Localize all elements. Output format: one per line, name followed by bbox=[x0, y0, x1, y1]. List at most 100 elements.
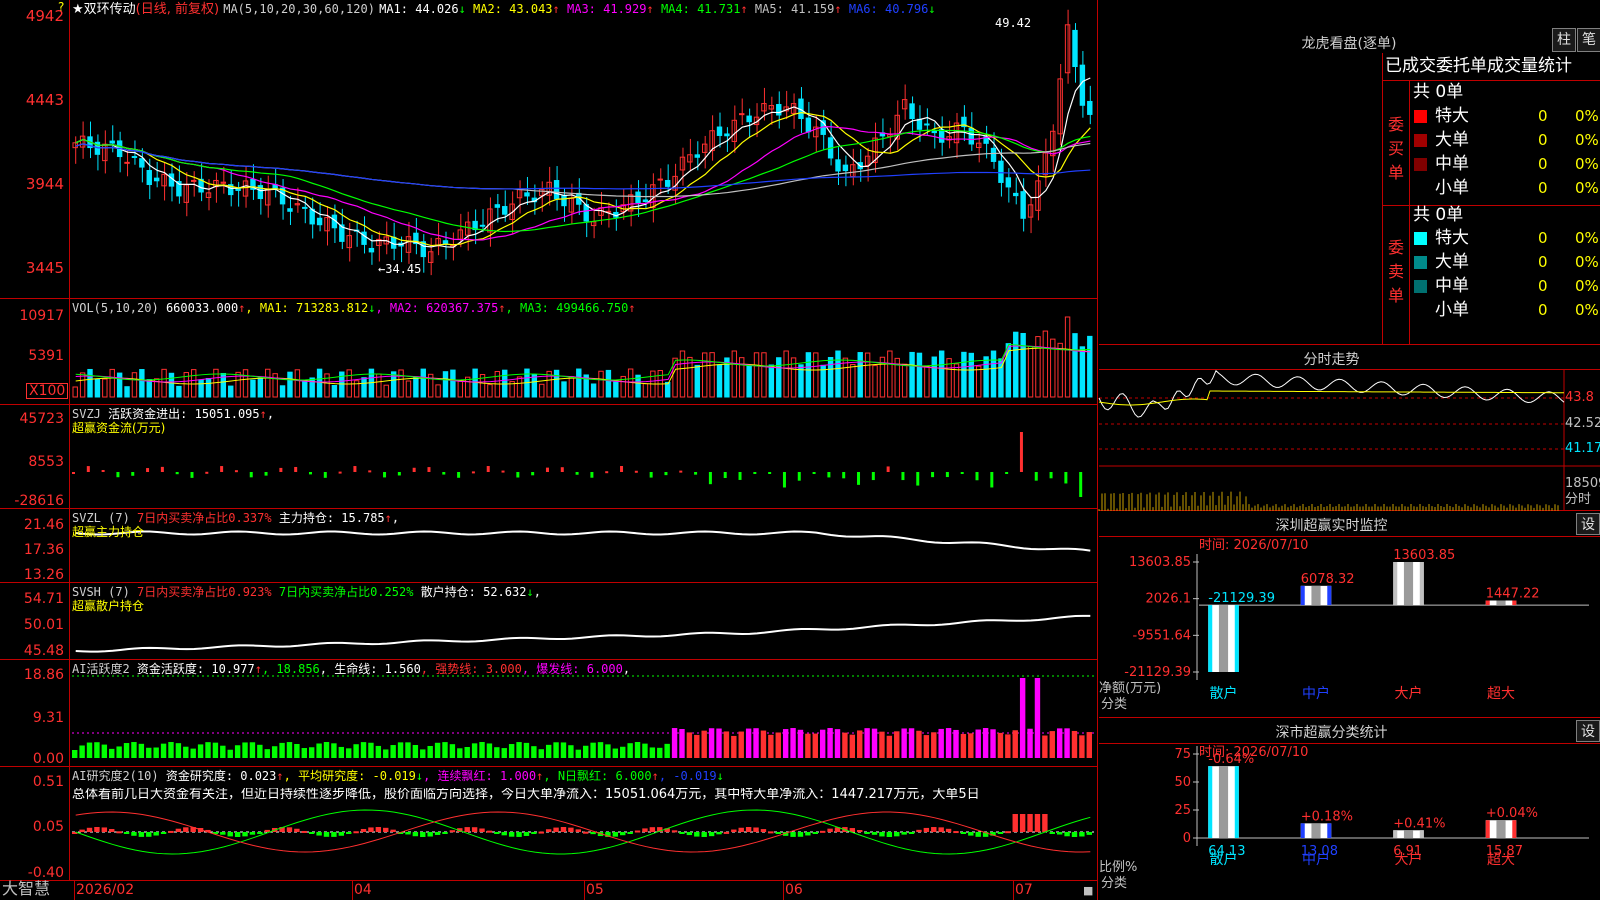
candle-body bbox=[968, 127, 975, 145]
research-bar bbox=[227, 832, 233, 837]
volume-bar bbox=[576, 368, 582, 398]
volume-bar bbox=[287, 371, 293, 398]
kline-chart-canvas[interactable] bbox=[0, 0, 1098, 900]
activity-bar bbox=[901, 728, 907, 758]
svsh-ytick: 50.01 bbox=[23, 617, 64, 633]
activity-bar bbox=[686, 732, 693, 758]
research-bar bbox=[501, 832, 507, 836]
period-label[interactable]: (日线, 前复权) bbox=[136, 2, 219, 17]
bar-edge bbox=[1512, 820, 1517, 838]
intraday-price-line bbox=[1098, 369, 1565, 418]
activity-bar bbox=[153, 747, 159, 758]
bar-value-label: 13603.85 bbox=[1393, 548, 1455, 563]
research-bar bbox=[338, 832, 345, 836]
sell-row-pct: 0% bbox=[1575, 253, 1599, 271]
intraday-vol-tick: 18509 bbox=[1565, 476, 1600, 491]
research-bar bbox=[286, 827, 293, 832]
bar-edge bbox=[1485, 820, 1490, 838]
svzl-ratio: 7日内买卖净占比0.337% bbox=[137, 511, 272, 525]
kline-ytick: 3445 bbox=[25, 259, 64, 277]
activity-bar bbox=[575, 749, 581, 758]
candle-body bbox=[724, 133, 730, 137]
research-bar bbox=[857, 830, 863, 833]
x-axis-label: 2026/02 bbox=[76, 882, 135, 898]
intraday-chart[interactable] bbox=[1098, 346, 1600, 511]
volume-bar bbox=[294, 369, 301, 398]
activity-bar bbox=[383, 749, 389, 758]
sell-total: 共 0单 bbox=[1413, 205, 1464, 225]
research-bar bbox=[671, 830, 678, 833]
research-bar bbox=[316, 832, 322, 836]
activity-bar bbox=[1049, 731, 1055, 758]
fundflow-bar bbox=[620, 466, 624, 472]
research-bar bbox=[323, 832, 330, 837]
activity-bar bbox=[716, 728, 722, 758]
y-tick-label: 75 bbox=[1174, 747, 1191, 762]
chart-area[interactable]: ? ★双环传动(日线, 前复权) MA(5,10,20,30,60,120) M… bbox=[0, 0, 1098, 900]
volume-bar bbox=[613, 381, 619, 398]
activity-bar bbox=[116, 746, 122, 758]
activity-bar bbox=[553, 742, 559, 758]
activity-bar bbox=[301, 748, 307, 758]
activity-bar bbox=[997, 732, 1004, 758]
volume-bar bbox=[383, 384, 389, 398]
svzl-ytick: 17.36 bbox=[23, 542, 64, 558]
fundflow-bar bbox=[531, 472, 535, 476]
volume-bar bbox=[472, 368, 478, 398]
activity-bar bbox=[597, 742, 604, 758]
stock-name[interactable]: 双环传动 bbox=[84, 2, 136, 17]
candle-body bbox=[139, 158, 145, 168]
bar-edge bbox=[1393, 562, 1398, 606]
fundflow-bar bbox=[812, 472, 816, 474]
research-bar bbox=[553, 827, 559, 832]
airesearch-ytick: 0.05 bbox=[32, 819, 64, 835]
research-bar bbox=[479, 828, 485, 832]
activity-bar bbox=[501, 748, 507, 758]
fundflow-bar bbox=[575, 472, 579, 475]
category-label: 散户 bbox=[1210, 685, 1238, 702]
intraday-panel[interactable]: 分时走势 43.8 42.52 41.17 18509 分时 bbox=[1098, 346, 1600, 511]
research-bar bbox=[701, 832, 707, 837]
svzl-ytick: 13.26 bbox=[23, 567, 64, 583]
sz-class-panel: 深市超赢分类统计 设 时间: 2026/07/10 75 50 25 0 -0.64% 散… bbox=[1099, 719, 1600, 900]
research-bar bbox=[634, 830, 641, 833]
activity-bar bbox=[412, 745, 419, 758]
research-bar bbox=[294, 828, 300, 832]
volume-bar bbox=[761, 352, 767, 398]
volume-bar bbox=[938, 350, 945, 398]
tick-view-button[interactable]: 笔 bbox=[1577, 28, 1600, 52]
activity-bar bbox=[708, 728, 715, 758]
legend-swatch bbox=[1414, 232, 1427, 245]
lock-icon[interactable]: ■ bbox=[1083, 884, 1093, 898]
aiact-ytick: 0.00 bbox=[32, 751, 64, 767]
arrow-down-icon: ↓ bbox=[716, 769, 724, 783]
research-bar bbox=[1049, 832, 1055, 834]
sell-row-count: 0 bbox=[1538, 229, 1548, 247]
candle-body bbox=[635, 191, 641, 203]
activity-bar bbox=[649, 747, 656, 758]
research-bar bbox=[575, 829, 581, 832]
aiact-title: AI活跃度2 bbox=[72, 662, 130, 676]
kline-header: ★双环传动(日线, 前复权) MA(5,10,20,30,60,120) MA1… bbox=[72, 2, 936, 17]
volume-bar bbox=[924, 365, 930, 398]
ma-value: 43.043 bbox=[509, 2, 553, 16]
fundflow-bar bbox=[116, 472, 120, 478]
airesearch-ytick: -0.40 bbox=[27, 865, 64, 881]
volume-bar bbox=[531, 374, 538, 398]
fundflow-bar bbox=[86, 466, 90, 472]
volume-bar bbox=[346, 369, 352, 398]
candle-body bbox=[524, 192, 530, 197]
sz-class-chart[interactable]: 7550250-0.64%散户+0.18%中户+0.41%大户+0.04%超大6… bbox=[1099, 719, 1600, 900]
fundflow-bar bbox=[234, 470, 238, 473]
x-tick bbox=[1013, 880, 1014, 900]
ma-label: MA6: bbox=[841, 2, 885, 16]
sz-monitor-chart[interactable]: 13603.85 2026.1 -9551.64 -21129.39 -21129.39… bbox=[1099, 512, 1600, 718]
arrow-down-icon: ↓ bbox=[526, 585, 534, 599]
activity-bar bbox=[1042, 735, 1048, 758]
activity-bar bbox=[723, 731, 730, 758]
bar-view-button[interactable]: 柱 bbox=[1552, 28, 1576, 52]
research-bar bbox=[412, 832, 419, 837]
research-bar bbox=[805, 832, 811, 836]
fundflow-bar bbox=[516, 472, 520, 478]
fundflow-bar bbox=[649, 472, 653, 478]
